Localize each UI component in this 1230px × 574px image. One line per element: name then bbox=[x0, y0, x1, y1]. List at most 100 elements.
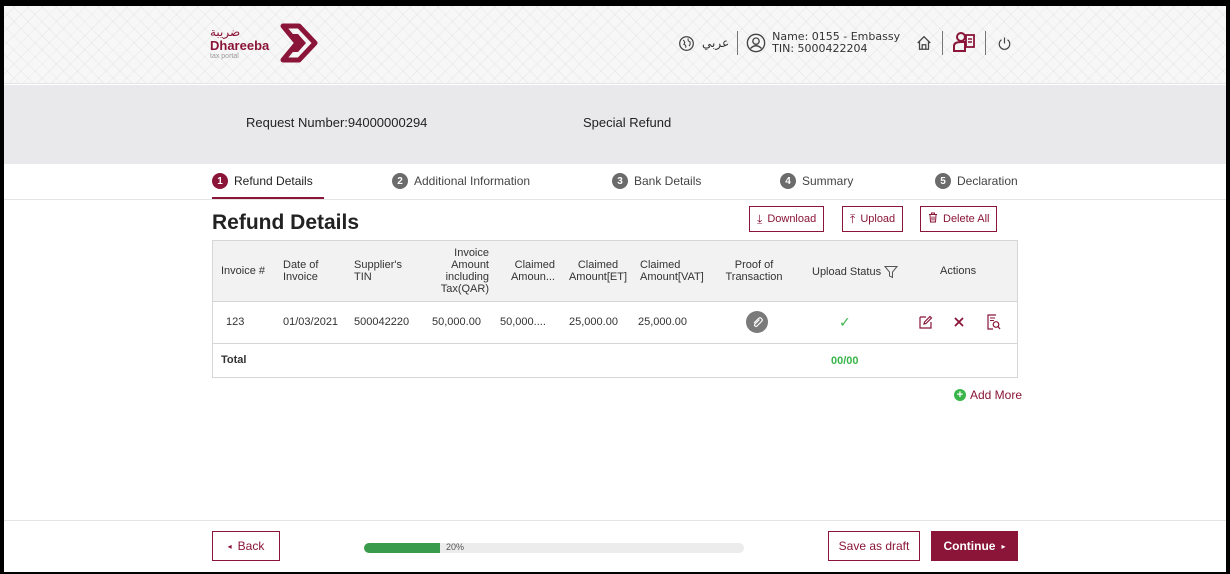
col-date: Date of Invoice bbox=[283, 259, 318, 283]
total-label: Total bbox=[221, 354, 247, 366]
filter-icon[interactable] bbox=[884, 265, 899, 279]
divider bbox=[985, 31, 987, 55]
delete-row-icon[interactable] bbox=[953, 316, 965, 331]
cell-invoice-no: 123 bbox=[226, 316, 245, 328]
delete-all-label: Delete All bbox=[943, 213, 990, 225]
step-declaration[interactable]: 5 Declaration bbox=[935, 173, 1018, 189]
continue-label: Continue bbox=[943, 539, 996, 553]
header-label: Date of bbox=[283, 259, 319, 271]
edit-icon[interactable] bbox=[918, 315, 933, 333]
progress-label: 20% bbox=[446, 542, 465, 552]
col-upload-status[interactable]: Upload Status bbox=[812, 265, 899, 279]
col-invoice-amount: Invoice Amount including Tax(QAR) bbox=[437, 247, 489, 295]
caret-right-icon: ▸ bbox=[1001, 541, 1006, 551]
user-tin: TIN: 5000422204 bbox=[772, 42, 868, 55]
download-icon: ⤓ bbox=[757, 211, 763, 226]
step-label: Refund Details bbox=[234, 174, 313, 188]
upload-icon: ⤒ bbox=[850, 211, 856, 226]
upload-button[interactable]: ⤒ Upload bbox=[842, 206, 904, 232]
divider bbox=[737, 31, 739, 55]
home-icon[interactable] bbox=[914, 33, 934, 53]
wizard-stepper: 1 Refund Details 2 Additional Informatio… bbox=[4, 164, 1226, 200]
user-info: Name: 0155 - Embassy TIN: 5000422204 bbox=[772, 31, 900, 55]
header-label: Transaction bbox=[725, 271, 783, 283]
plus-icon: + bbox=[954, 389, 966, 401]
header-label: Actions bbox=[940, 265, 977, 277]
add-more-button[interactable]: + Add More bbox=[954, 388, 1022, 402]
step-label: Summary bbox=[802, 174, 854, 188]
save-draft-label: Save as draft bbox=[838, 539, 910, 553]
step-number: 3 bbox=[612, 173, 628, 189]
header-label: Amount[VAT] bbox=[640, 271, 704, 283]
upload-success-icon: ✓ bbox=[839, 314, 851, 330]
col-supplier-tin: Supplier's TIN bbox=[354, 259, 402, 283]
logo-mark-icon bbox=[280, 23, 318, 63]
header-label: including bbox=[445, 271, 489, 283]
step-number: 4 bbox=[780, 173, 796, 189]
col-proof: Proof of Transaction bbox=[721, 259, 787, 283]
table-row: 123 01/03/2021 500042220 50,000.00 50,00… bbox=[213, 302, 1017, 344]
manual-icon[interactable] bbox=[951, 32, 977, 53]
step-label: Declaration bbox=[957, 174, 1018, 188]
attachment-icon[interactable] bbox=[746, 311, 768, 333]
step-label: Additional Information bbox=[414, 174, 531, 188]
col-claimed-et: Claimed Amount[ET] bbox=[563, 259, 633, 283]
header-label: Invoice # bbox=[221, 265, 266, 277]
trash-icon bbox=[928, 212, 938, 226]
request-number: Request Number:94000000294 bbox=[246, 115, 428, 130]
cell-supplier-tin: 500042220 bbox=[354, 316, 410, 328]
back-button[interactable]: ◂ Back bbox=[212, 531, 280, 561]
step-summary[interactable]: 4 Summary bbox=[780, 173, 853, 189]
header-label: Proof of bbox=[734, 259, 774, 271]
language-toggle[interactable]: عربي bbox=[702, 36, 729, 50]
dhareeba-logo[interactable]: ضريبة Dhareeba tax portal bbox=[210, 22, 319, 64]
cell-claimed-et: 25,000.00 bbox=[569, 316, 618, 328]
header-label: TIN bbox=[354, 271, 372, 283]
back-label: Back bbox=[237, 539, 265, 553]
header-label: Invoice bbox=[454, 247, 489, 259]
cell-invoice-amount: 50,000.00 bbox=[432, 316, 481, 328]
header-label: Upload Status bbox=[812, 266, 882, 278]
continue-button[interactable]: Continue ▸ bbox=[931, 531, 1018, 561]
save-draft-button[interactable]: Save as draft bbox=[828, 531, 920, 561]
col-invoice-no: Invoice # bbox=[221, 265, 265, 277]
view-details-icon[interactable] bbox=[986, 314, 1001, 333]
col-claimed-vat: Claimed Amount[VAT] bbox=[640, 259, 704, 283]
logo-subtitle: tax portal bbox=[210, 53, 239, 60]
request-info-bar: Request Number:94000000294 Special Refun… bbox=[4, 85, 1226, 164]
step-label: Bank Details bbox=[634, 174, 702, 188]
header-label: Claimed bbox=[514, 259, 555, 271]
table-total-row: Total 00/00 bbox=[213, 344, 1017, 378]
cell-date: 01/03/2021 bbox=[283, 316, 339, 328]
header-label: Tax(QAR) bbox=[440, 283, 489, 295]
page-title: Refund Details bbox=[212, 211, 360, 234]
progress-fill bbox=[364, 543, 440, 553]
col-claimed-amount: Claimed Amoun... bbox=[503, 259, 555, 283]
total-upload-count: 00/00 bbox=[831, 355, 859, 367]
step-additional-information[interactable]: 2 Additional Information bbox=[392, 173, 530, 189]
power-icon[interactable] bbox=[994, 33, 1014, 53]
progress-bar: 20% bbox=[364, 542, 744, 553]
logo-arabic: ضريبة bbox=[210, 25, 241, 39]
request-type: Special Refund bbox=[583, 115, 672, 130]
footer-bar: ◂ Back 20% Save as draft Continue ▸ bbox=[4, 520, 1226, 572]
globe-icon[interactable] bbox=[676, 33, 696, 53]
user-icon[interactable] bbox=[746, 33, 766, 53]
step-refund-details[interactable]: 1 Refund Details bbox=[212, 173, 313, 189]
header-label: Claimed bbox=[640, 259, 681, 271]
step-number: 5 bbox=[935, 173, 951, 189]
top-header: ضريبة Dhareeba tax portal عربي Name: 015… bbox=[4, 6, 1226, 84]
header-label: Amoun... bbox=[510, 271, 555, 283]
delete-all-button[interactable]: Delete All bbox=[920, 206, 998, 232]
step-bank-details[interactable]: 3 Bank Details bbox=[612, 173, 701, 189]
header-label: Amount[ET] bbox=[568, 271, 628, 283]
header-label: Supplier's bbox=[354, 259, 402, 271]
step-number: 1 bbox=[212, 173, 228, 189]
cell-claimed-amount: 50,000.... bbox=[500, 316, 546, 328]
logo-name: Dhareeba bbox=[210, 38, 270, 53]
col-actions: Actions bbox=[940, 265, 976, 277]
add-more-label: Add More bbox=[970, 388, 1023, 402]
download-button[interactable]: ⤓ Download bbox=[749, 206, 825, 232]
caret-left-icon: ◂ bbox=[227, 541, 232, 551]
active-step-underline bbox=[212, 197, 324, 199]
